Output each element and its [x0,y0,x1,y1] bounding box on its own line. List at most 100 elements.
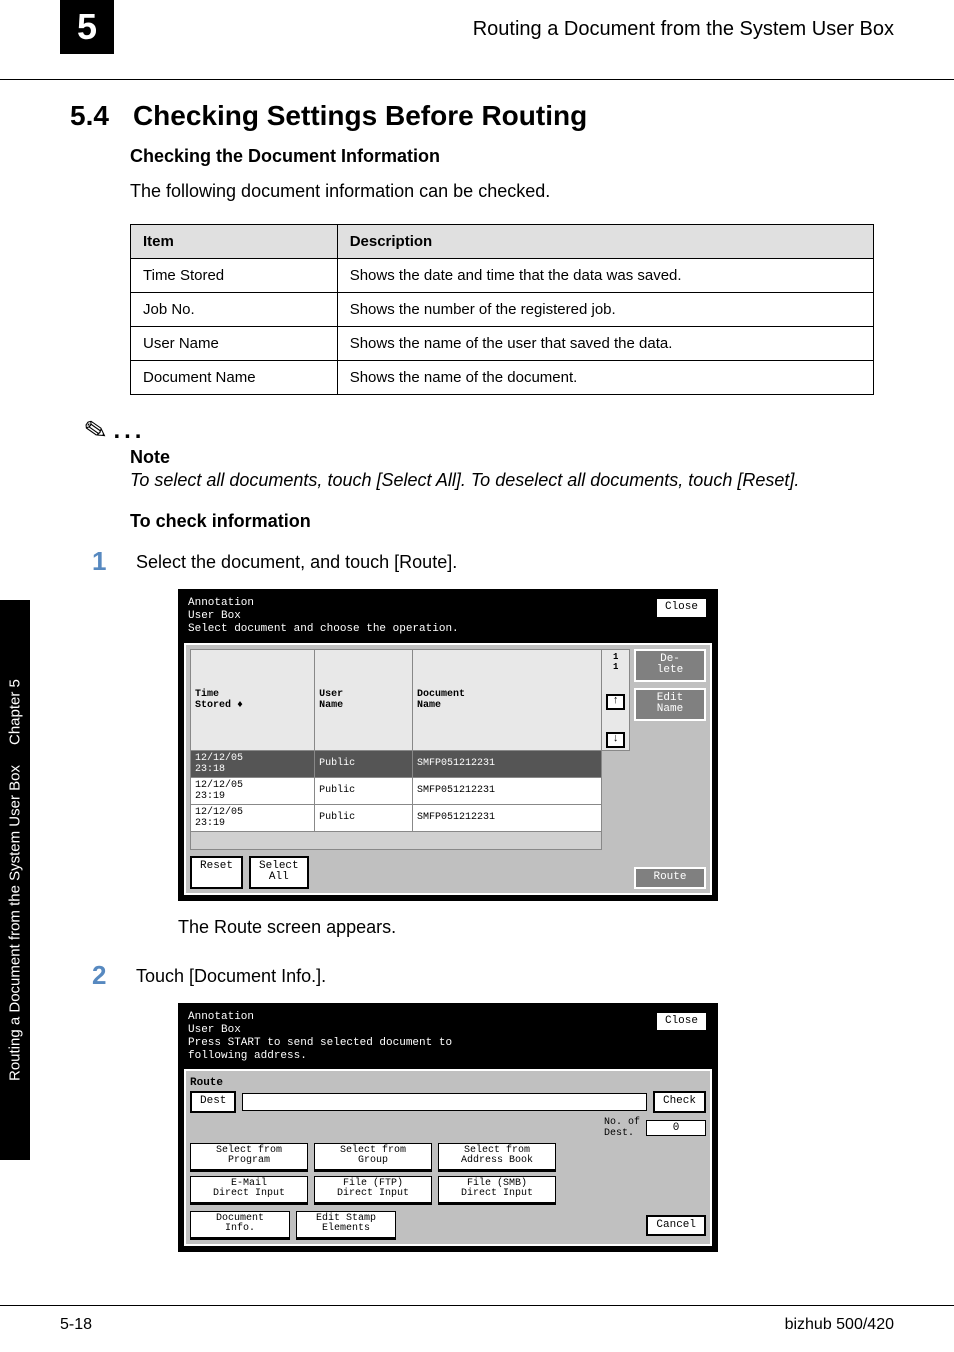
cell-time: 12/12/05 23:19 [191,804,315,831]
info-description: Shows the name of the document. [337,361,873,395]
panel-instructions: Select document and choose the operation… [188,623,459,636]
running-header: Routing a Document from the System User … [473,18,894,41]
panel-title: Annotation User Box Press START to send … [188,1011,452,1064]
col-time-stored[interactable]: Time Stored ♦ [191,649,315,750]
document-list-table: Time Stored ♦ User Name Document Name 1 … [190,649,630,850]
document-row[interactable]: 12/12/05 23:19 Public SMFP051212231 [191,804,630,831]
page-header: 5 Routing a Document from the System Use… [0,0,954,80]
section-heading: 5.4 Checking Settings Before Routing [70,100,874,132]
cell-time: 12/12/05 23:18 [191,750,315,777]
page-indicator: 1 1 [613,652,618,672]
table-row: User Name Shows the name of the user tha… [131,327,874,361]
info-description: Shows the name of the user that saved th… [337,327,873,361]
cancel-button[interactable]: Cancel [646,1215,706,1237]
col-user-name: User Name [315,649,413,750]
email-direct-input-button[interactable]: E-Mail Direct Input [190,1176,308,1205]
page-content: 5.4 Checking Settings Before Routing Che… [0,100,954,1252]
step-1: 1 Select the document, and touch [Route]… [92,546,874,577]
delete-button[interactable]: De- lete [634,649,706,682]
cell-doc: SMFP051212231 [413,777,602,804]
dest-button[interactable]: Dest [190,1091,236,1113]
panel-header: Annotation User Box Select document and … [184,595,712,643]
ftp-direct-input-button[interactable]: File (FTP) Direct Input [314,1176,432,1205]
route-panel: Annotation User Box Press START to send … [178,1003,718,1252]
section-title: Checking Settings Before Routing [133,100,587,132]
scroll-column: 1 1 ↑ ↓ [602,649,630,750]
info-item: User Name [131,327,338,361]
scroll-down-button[interactable]: ↓ [606,732,625,748]
edit-name-button[interactable]: Edit Name [634,688,706,721]
step-number: 1 [92,546,118,577]
panel-instructions: Press START to send selected document to… [188,1037,452,1063]
select-all-button[interactable]: Select All [249,856,309,889]
cell-doc: SMFP051212231 [413,804,602,831]
info-table-header-description: Description [337,225,873,259]
smb-direct-input-button[interactable]: File (SMB) Direct Input [438,1176,556,1205]
page-footer: 5-18 bizhub 500/420 [0,1305,954,1334]
route-label: Route [190,1077,706,1089]
table-row: Time Stored Shows the date and time that… [131,259,874,293]
info-item: Document Name [131,361,338,395]
subheading-doc-info: Checking the Document Information [130,146,874,167]
step-2: 2 Touch [Document Info.]. [92,960,874,991]
info-item: Time Stored [131,259,338,293]
panel-title-text: Annotation User Box [188,597,459,623]
route-button[interactable]: Route [634,867,706,889]
select-from-group-button[interactable]: Select from Group [314,1143,432,1172]
dest-count-value: 0 [646,1120,706,1136]
document-row-empty [191,831,630,849]
document-row[interactable]: 12/12/05 23:18 Public SMFP051212231 [191,750,630,777]
select-document-panel: Annotation User Box Select document and … [178,589,718,901]
close-button[interactable]: Close [655,1011,708,1033]
panel-body: Time Stored ♦ User Name Document Name 1 … [184,643,712,895]
cell-user: Public [315,777,413,804]
note-text: To select all documents, touch [Select A… [130,470,874,491]
model-name: bizhub 500/420 [785,1316,894,1334]
edit-stamp-elements-button[interactable]: Edit Stamp Elements [296,1211,396,1240]
info-table: Item Description Time Stored Shows the d… [130,224,874,395]
note-block: ✎ ... Note To select all documents, touc… [130,417,874,491]
panel-body: Route Dest Check No. of Dest. 0 Select f… [184,1069,712,1246]
info-table-header-item: Item [131,225,338,259]
note-title: Note [130,447,874,468]
action-buttons: De- lete Edit Name Route [634,649,706,889]
document-info-button[interactable]: Document Info. [190,1211,290,1240]
select-from-program-button[interactable]: Select from Program [190,1143,308,1172]
sort-icon[interactable]: ♦ [237,700,243,711]
note-icon-row: ✎ ... [84,417,874,445]
info-description: Shows the date and time that the data wa… [337,259,873,293]
scroll-up-button[interactable]: ↑ [606,694,625,710]
panel-title-text: Annotation User Box [188,1011,452,1037]
note-dots: ... [113,417,145,445]
sidebar-tab: Routing a Document from the System User … [0,600,30,1160]
info-description: Shows the number of the registered job. [337,293,873,327]
step-number: 2 [92,960,118,991]
page-number: 5-18 [60,1316,92,1334]
close-button[interactable]: Close [655,597,708,619]
col-document-name: Document Name [413,649,602,750]
pencil-icon: ✎ [82,415,110,447]
sidebar-book-title: Routing a Document from the System User … [7,755,24,1091]
dest-field [242,1093,647,1111]
step1-result: The Route screen appears. [178,917,874,938]
intro-text: The following document information can b… [130,181,874,202]
chapter-badge: 5 [60,0,114,54]
cell-doc: SMFP051212231 [413,750,602,777]
section-number: 5.4 [70,100,109,132]
step-text: Touch [Document Info.]. [136,960,326,987]
table-row: Document Name Shows the name of the docu… [131,361,874,395]
table-row: Job No. Shows the number of the register… [131,293,874,327]
cell-user: Public [315,750,413,777]
panel-header: Annotation User Box Press START to send … [184,1009,712,1070]
cell-user: Public [315,804,413,831]
to-check-heading: To check information [130,511,874,532]
panel-title: Annotation User Box Select document and … [188,597,459,637]
dest-count-label: No. of Dest. [604,1117,640,1139]
sidebar-chapter-label: Chapter 5 [7,669,24,755]
document-row[interactable]: 12/12/05 23:19 Public SMFP051212231 [191,777,630,804]
reset-button[interactable]: Reset [190,856,243,889]
step-text: Select the document, and touch [Route]. [136,546,457,573]
select-from-address-book-button[interactable]: Select from Address Book [438,1143,556,1172]
check-button[interactable]: Check [653,1091,706,1113]
info-item: Job No. [131,293,338,327]
